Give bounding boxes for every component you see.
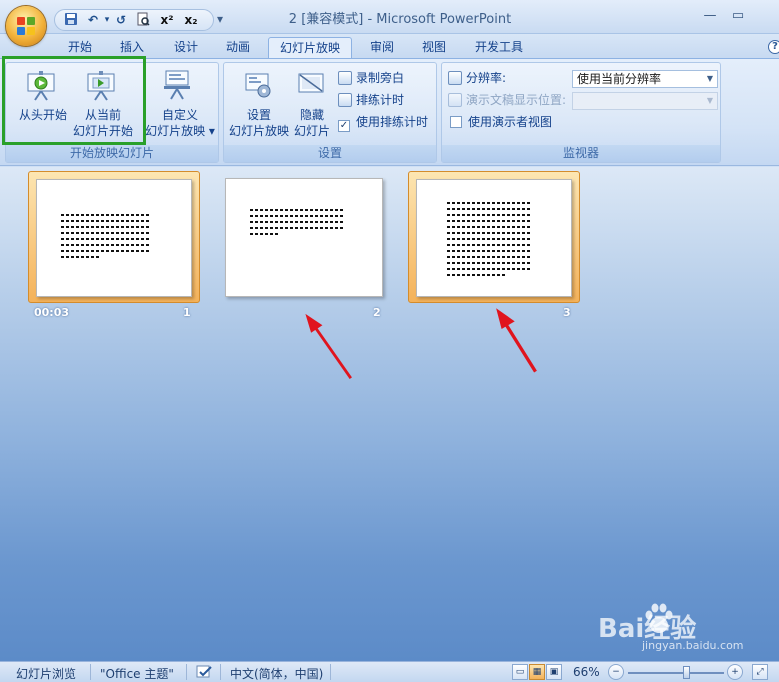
status-bar: 幻灯片浏览 "Office 主题" 中文(简体，中国) ▭ ▦ ▣ 66% − … <box>0 661 779 682</box>
normal-view-icon[interactable]: ▭ <box>512 664 528 680</box>
monitor-icon <box>448 71 462 85</box>
status-theme: "Office 主题" <box>100 667 174 681</box>
tab-review[interactable]: 审阅 <box>360 37 404 59</box>
slide-thumbnail-1[interactable] <box>28 171 200 303</box>
slide-3-preview <box>416 179 572 297</box>
presenter-view-check-icon <box>450 116 462 128</box>
maximize-button[interactable]: ▭ <box>728 8 748 24</box>
custom-slide-show-button[interactable]: 自定义 幻灯片放映 ▾ <box>140 107 220 139</box>
tab-view[interactable]: 视图 <box>412 37 456 59</box>
resolution-label: 分辨率: <box>448 69 506 87</box>
stopwatch-icon <box>338 93 352 107</box>
rehearse-timings-label: 排练计时 <box>356 93 405 107</box>
office-logo-icon <box>17 17 35 35</box>
setup-label-2: 幻灯片放映 <box>228 124 289 138</box>
record-narration-label: 录制旁白 <box>356 71 405 85</box>
monitor-disabled-icon <box>448 93 462 107</box>
presenter-view-label: 使用演示者视图 <box>468 115 553 129</box>
help-icon[interactable]: ? <box>768 40 779 54</box>
use-rehearsed-label: 使用排练计时 <box>356 115 429 129</box>
show-on-label-text: 演示文稿显示位置: <box>466 93 567 107</box>
status-language[interactable]: 中文(简体，中国) <box>230 665 323 682</box>
zoom-slider-track[interactable] <box>628 672 724 674</box>
slide-2-number: 2 <box>373 306 381 319</box>
slide-1-timing: 00:03 <box>34 306 70 319</box>
hide-slide-icon <box>296 71 328 101</box>
zoom-slider-thumb[interactable] <box>683 666 690 679</box>
zoom-out-button[interactable]: − <box>608 664 624 680</box>
resolution-label-text: 分辨率: <box>466 71 507 85</box>
tab-design[interactable]: 设计 <box>164 37 208 59</box>
show-on-label: 演示文稿显示位置: <box>448 91 566 109</box>
group-setup: 设置 幻灯片放映 隐藏 幻灯片 录制旁白 排练计时 ✓ 使用排练计时 设置 <box>223 62 437 163</box>
status-separator <box>90 664 91 680</box>
custom-label-1: 自定义 <box>161 108 198 122</box>
tab-developer[interactable]: 开发工具 <box>466 37 532 59</box>
group-monitors: 分辨率: 使用当前分辨率 ▼ 演示文稿显示位置: ▼ 使用演示者视图 监视器 <box>441 62 721 163</box>
group-label-start-slide-show: 开始放映幻灯片 <box>6 145 218 162</box>
use-rehearsed-timings-checkbox[interactable]: ✓ 使用排练计时 <box>338 113 429 132</box>
slide-show-view-icon[interactable]: ▣ <box>546 664 562 680</box>
slide-thumbnail-3[interactable] <box>408 171 580 303</box>
zoom-in-button[interactable]: + <box>727 664 743 680</box>
presenter-view-checkbox[interactable]: 使用演示者视图 <box>450 113 552 131</box>
group-label-monitors: 监视器 <box>442 145 720 162</box>
slide-2-preview <box>225 178 383 297</box>
slide-1-number: 1 <box>183 306 191 319</box>
hide-label-1: 隐藏 <box>299 108 324 122</box>
office-button[interactable] <box>6 6 46 46</box>
microphone-icon <box>338 71 352 85</box>
status-separator <box>330 664 331 680</box>
group-label-setup: 设置 <box>224 145 436 162</box>
slide-sorter-view-icon[interactable]: ▦ <box>529 664 545 680</box>
show-on-select[interactable]: ▼ <box>572 92 718 110</box>
red-arrow-icon <box>305 313 352 380</box>
chevron-down-icon: ▼ <box>706 74 714 83</box>
tab-slide-show[interactable]: 幻灯片放映 <box>268 37 352 60</box>
status-view-name: 幻灯片浏览 <box>16 667 77 681</box>
baidu-watermark: Bai经验 jingyan.baidu.com <box>598 600 778 652</box>
highlight-box <box>2 56 146 145</box>
resolution-select[interactable]: 使用当前分辨率 ▼ <box>572 70 718 88</box>
tab-animations[interactable]: 动画 <box>216 37 260 59</box>
status-separator <box>186 664 187 680</box>
record-narration-button[interactable]: 录制旁白 <box>338 69 404 87</box>
use-rehearsed-check-icon: ✓ <box>338 120 350 132</box>
watermark-url: jingyan.baidu.com <box>642 639 744 652</box>
window-title: 2 [兼容模式] - Microsoft PowerPoint <box>288 12 512 27</box>
rehearse-timings-button[interactable]: 排练计时 <box>338 91 404 109</box>
chevron-down-icon: ▼ <box>706 96 714 105</box>
slide-1-preview <box>36 179 192 297</box>
setup-slide-show-icon <box>242 71 274 101</box>
hide-label-2: 幻灯片 <box>293 124 330 138</box>
spell-check-icon[interactable] <box>196 665 214 680</box>
setup-label-1: 设置 <box>246 108 271 122</box>
resolution-value: 使用当前分辨率 <box>577 72 662 86</box>
slide-thumbnail-2[interactable] <box>218 171 390 303</box>
hide-slide-button[interactable]: 隐藏 幻灯片 <box>290 107 334 139</box>
setup-slide-show-button[interactable]: 设置 幻灯片放映 <box>226 107 292 139</box>
zoom-level[interactable]: 66% <box>573 665 600 679</box>
red-arrow-icon <box>496 308 537 373</box>
fit-to-window-icon[interactable]: ⤢ <box>752 664 768 680</box>
custom-label-2: 幻灯片放映 ▾ <box>145 124 215 138</box>
status-separator <box>220 664 221 680</box>
slide-3-number: 3 <box>563 306 571 319</box>
custom-slide-show-icon <box>162 69 194 100</box>
minimize-button[interactable]: — <box>700 8 720 24</box>
